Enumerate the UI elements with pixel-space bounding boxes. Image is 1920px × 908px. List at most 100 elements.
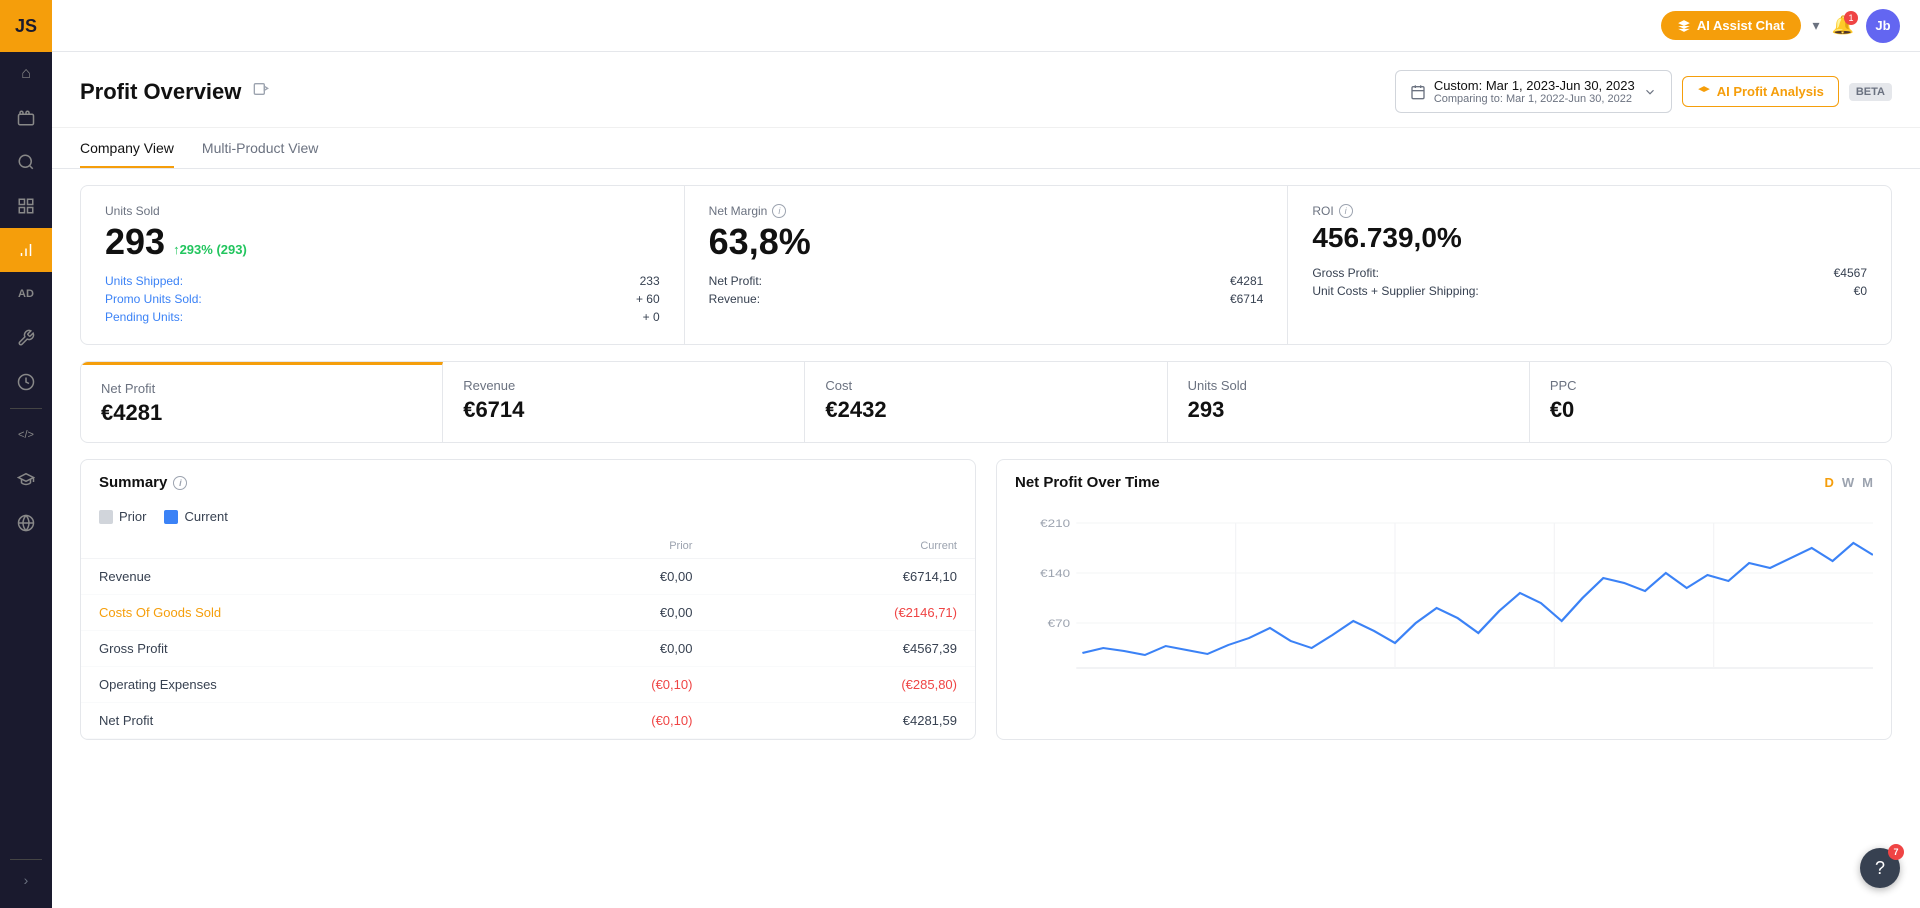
- page-title: Profit Overview: [80, 79, 241, 105]
- row-prior-0: €0,00: [504, 559, 711, 595]
- tab-multi-product-view[interactable]: Multi-Product View: [202, 128, 318, 168]
- net-profit-tab-value: €4281: [101, 400, 422, 426]
- sidebar-item-ads[interactable]: AD: [0, 272, 52, 316]
- row-prior-4: (€0,10): [504, 703, 711, 739]
- net-profit-row: Net Profit: €4281: [709, 274, 1264, 288]
- summary-info-icon[interactable]: i: [173, 476, 187, 490]
- date-range-selector[interactable]: Custom: Mar 1, 2023-Jun 30, 2023 Compari…: [1395, 70, 1672, 113]
- chart-toggle-w[interactable]: W: [1842, 475, 1854, 490]
- chart-area: €210 €140 €70: [1015, 503, 1873, 683]
- net-margin-label: Net Margin i: [709, 204, 1264, 218]
- summary-tab-cost[interactable]: Cost €2432: [805, 362, 1167, 442]
- cost-tab-value: €2432: [825, 397, 1146, 423]
- video-icon[interactable]: [251, 81, 271, 102]
- ai-assist-label: AI Assist Chat: [1697, 18, 1785, 33]
- summary-tab-units-sold[interactable]: Units Sold 293: [1168, 362, 1530, 442]
- metric-roi: ROI i 456.739,0% Gross Profit: €4567 Uni…: [1288, 186, 1891, 344]
- units-shipped-value: 233: [640, 274, 660, 288]
- sidebar-item-academy[interactable]: [0, 457, 52, 501]
- chart-svg: €210 €140 €70: [1015, 503, 1873, 683]
- sidebar-collapse-button[interactable]: ›: [0, 864, 52, 896]
- chart-toggles: D W M: [1824, 475, 1873, 490]
- roi-info-icon[interactable]: i: [1339, 204, 1353, 218]
- row-label-0: Revenue: [81, 559, 504, 595]
- sidebar-item-globe[interactable]: [0, 501, 52, 545]
- row-current-2: €4567,39: [710, 631, 975, 667]
- topbar-dropdown-chevron[interactable]: ▾: [1813, 17, 1820, 34]
- chart-header: Net Profit Over Time D W M: [1015, 474, 1873, 491]
- help-button[interactable]: ? 7: [1860, 848, 1900, 888]
- sidebar-item-tools[interactable]: [0, 316, 52, 360]
- units-sold-value: 293: [105, 224, 165, 260]
- ai-profit-label: AI Profit Analysis: [1717, 84, 1824, 99]
- sidebar-bottom: ›: [0, 855, 52, 908]
- units-shipped-row: Units Shipped: 233: [105, 274, 660, 288]
- summary-table-row: Net Profit (€0,10) €4281,59: [81, 703, 975, 739]
- sidebar-item-finance[interactable]: [0, 360, 52, 404]
- units-sold-tab-value: 293: [1188, 397, 1509, 423]
- notification-badge: 1: [1844, 11, 1858, 25]
- net-margin-info-icon[interactable]: i: [772, 204, 786, 218]
- sidebar-item-dashboard[interactable]: [0, 184, 52, 228]
- user-avatar[interactable]: Jb: [1866, 9, 1900, 43]
- svg-text:€140: €140: [1040, 567, 1070, 580]
- legend-current-box: [164, 510, 178, 524]
- summary-tabs-row: Net Profit €4281 Revenue €6714 Cost €243…: [80, 361, 1892, 443]
- row-current-0: €6714,10: [710, 559, 975, 595]
- chart-section: Net Profit Over Time D W M: [996, 459, 1892, 740]
- metrics-row: Units Sold 293 ↑293% (293) Units Shipped…: [80, 185, 1892, 345]
- sidebar-item-code[interactable]: </>: [0, 413, 52, 457]
- view-tabs: Company View Multi-Product View: [52, 128, 1920, 169]
- units-sold-tab-label: Units Sold: [1188, 378, 1509, 393]
- col-current: Current: [710, 534, 975, 559]
- ai-profit-button[interactable]: AI Profit Analysis: [1682, 76, 1839, 107]
- gross-profit-value: €4567: [1834, 266, 1867, 280]
- summary-tab-ppc[interactable]: PPC €0: [1530, 362, 1891, 442]
- page-content: Profit Overview Custom: Mar 1, 2023-Jun …: [52, 52, 1920, 908]
- sidebar-item-store[interactable]: [0, 96, 52, 140]
- page-header: Profit Overview Custom: Mar 1, 2023-Jun …: [52, 52, 1920, 128]
- promo-units-value: + 60: [636, 292, 660, 306]
- bottom-split: Summary i Prior Current: [80, 459, 1892, 740]
- chart-toggle-d[interactable]: D: [1824, 475, 1833, 490]
- summary-table: Prior Current Revenue €0,00 €6714,10 Cos…: [81, 534, 975, 739]
- legend-current: Current: [164, 509, 227, 524]
- unit-costs-value: €0: [1854, 284, 1867, 298]
- sidebar-item-search[interactable]: [0, 140, 52, 184]
- metric-units-sold: Units Sold 293 ↑293% (293) Units Shipped…: [81, 186, 684, 344]
- ppc-tab-label: PPC: [1550, 378, 1871, 393]
- net-profit-value: €4281: [1230, 274, 1263, 288]
- help-badge: 7: [1888, 844, 1904, 860]
- summary-section: Summary i Prior Current: [80, 459, 976, 740]
- units-sold-badge: ↑293% (293): [173, 242, 247, 257]
- summary-table-row: Costs Of Goods Sold €0,00 (€2146,71): [81, 595, 975, 631]
- net-margin-value: 63,8%: [709, 224, 1264, 260]
- sidebar-logo[interactable]: JS: [0, 0, 52, 52]
- row-label-2: Gross Profit: [81, 631, 504, 667]
- chart-toggle-m[interactable]: M: [1862, 475, 1873, 490]
- promo-units-row: Promo Units Sold: + 60: [105, 292, 660, 306]
- notification-bell[interactable]: 🔔 1: [1832, 15, 1854, 36]
- promo-units-label: Promo Units Sold:: [105, 292, 202, 306]
- svg-text:€210: €210: [1040, 517, 1070, 530]
- help-icon: ?: [1875, 858, 1885, 879]
- row-label-1: Costs Of Goods Sold: [81, 595, 504, 631]
- net-profit-tab-label: Net Profit: [101, 381, 422, 396]
- revenue-tab-label: Revenue: [463, 378, 784, 393]
- sidebar-item-analytics[interactable]: [0, 228, 52, 272]
- col-label: [81, 534, 504, 559]
- sidebar-item-home[interactable]: ⌂: [0, 52, 52, 96]
- date-range-text: Custom: Mar 1, 2023-Jun 30, 2023 Compari…: [1434, 78, 1635, 105]
- ai-assist-button[interactable]: AI Assist Chat: [1661, 11, 1801, 40]
- gross-profit-label: Gross Profit:: [1312, 266, 1379, 280]
- cost-tab-label: Cost: [825, 378, 1146, 393]
- row-current-4: €4281,59: [710, 703, 975, 739]
- col-prior: Prior: [504, 534, 711, 559]
- sidebar-divider-2: [10, 859, 42, 860]
- tab-company-view[interactable]: Company View: [80, 128, 174, 168]
- summary-tab-net-profit[interactable]: Net Profit €4281: [81, 362, 443, 442]
- summary-table-row: Operating Expenses (€0,10) (€285,80): [81, 667, 975, 703]
- chart-title: Net Profit Over Time: [1015, 474, 1160, 491]
- summary-tab-revenue[interactable]: Revenue €6714: [443, 362, 805, 442]
- row-current-1: (€2146,71): [710, 595, 975, 631]
